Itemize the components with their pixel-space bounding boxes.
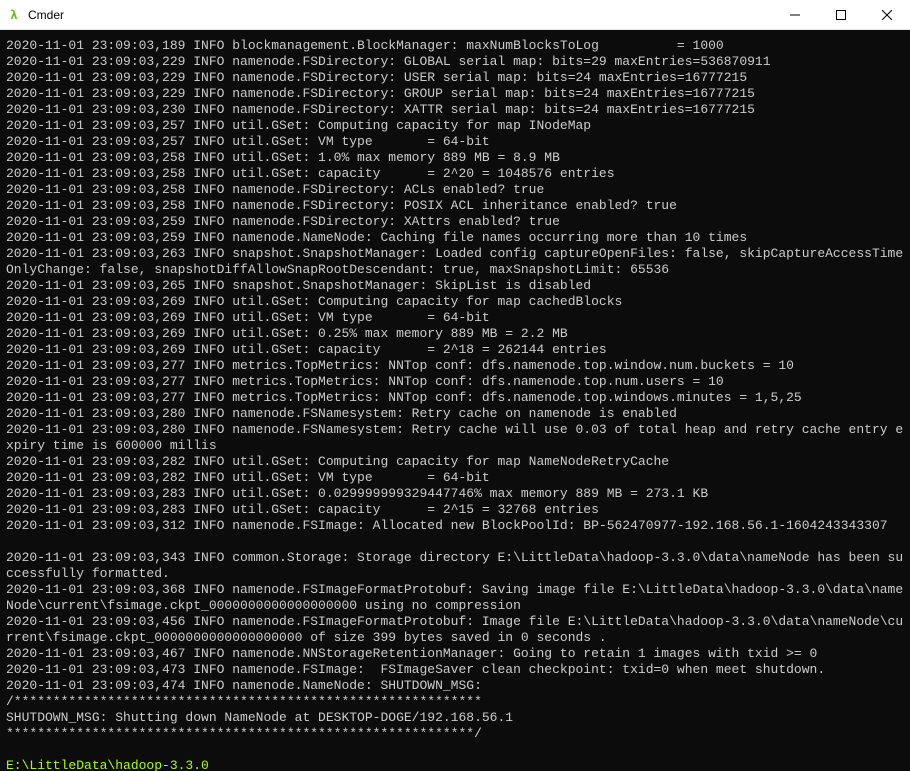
log-line: 2020-11-01 23:09:03,343 INFO common.Stor… bbox=[6, 550, 904, 582]
log-line: 2020-11-01 23:09:03,257 INFO util.GSet: … bbox=[6, 134, 904, 150]
title-bar: λ Cmder bbox=[0, 0, 910, 30]
log-line: 2020-11-01 23:09:03,189 INFO blockmanage… bbox=[6, 38, 904, 54]
log-line: 2020-11-01 23:09:03,269 INFO util.GSet: … bbox=[6, 294, 904, 310]
log-line: 2020-11-01 23:09:03,258 INFO util.GSet: … bbox=[6, 166, 904, 182]
log-line: 2020-11-01 23:09:03,280 INFO namenode.FS… bbox=[6, 406, 904, 422]
log-line: 2020-11-01 23:09:03,277 INFO metrics.Top… bbox=[6, 358, 904, 374]
log-output-2: 2020-11-01 23:09:03,343 INFO common.Stor… bbox=[6, 550, 904, 742]
maximize-button[interactable] bbox=[818, 0, 864, 30]
log-line: 2020-11-01 23:09:03,474 INFO namenode.Na… bbox=[6, 678, 904, 694]
lambda-icon: λ bbox=[6, 7, 22, 23]
log-line: 2020-11-01 23:09:03,229 INFO namenode.FS… bbox=[6, 54, 904, 70]
log-line: 2020-11-01 23:09:03,312 INFO namenode.FS… bbox=[6, 518, 904, 534]
log-line: 2020-11-01 23:09:03,368 INFO namenode.FS… bbox=[6, 582, 904, 614]
log-line: SHUTDOWN_MSG: Shutting down NameNode at … bbox=[6, 710, 904, 726]
log-line: 2020-11-01 23:09:03,229 INFO namenode.FS… bbox=[6, 86, 904, 102]
log-line: 2020-11-01 23:09:03,282 INFO util.GSet: … bbox=[6, 470, 904, 486]
window-controls bbox=[772, 0, 910, 30]
log-line: 2020-11-01 23:09:03,269 INFO util.GSet: … bbox=[6, 326, 904, 342]
terminal-area[interactable]: 2020-11-01 23:09:03,189 INFO blockmanage… bbox=[0, 30, 910, 771]
title-left: λ Cmder bbox=[6, 7, 64, 23]
log-line: /***************************************… bbox=[6, 694, 904, 710]
log-line: 2020-11-01 23:09:03,282 INFO util.GSet: … bbox=[6, 454, 904, 470]
prompt-line[interactable]: E:\LittleData\hadoop-3.3.0 bbox=[6, 758, 904, 771]
log-line: 2020-11-01 23:09:03,258 INFO namenode.FS… bbox=[6, 198, 904, 214]
close-button[interactable] bbox=[864, 0, 910, 30]
log-line: 2020-11-01 23:09:03,283 INFO util.GSet: … bbox=[6, 502, 904, 518]
log-line: 2020-11-01 23:09:03,277 INFO metrics.Top… bbox=[6, 374, 904, 390]
log-line: 2020-11-01 23:09:03,277 INFO metrics.Top… bbox=[6, 390, 904, 406]
log-line: 2020-11-01 23:09:03,230 INFO namenode.FS… bbox=[6, 102, 904, 118]
log-line: 2020-11-01 23:09:03,473 INFO namenode.FS… bbox=[6, 662, 904, 678]
log-line: 2020-11-01 23:09:03,258 INFO namenode.FS… bbox=[6, 182, 904, 198]
log-line: 2020-11-01 23:09:03,265 INFO snapshot.Sn… bbox=[6, 278, 904, 294]
log-line: 2020-11-01 23:09:03,283 INFO util.GSet: … bbox=[6, 486, 904, 502]
log-line: 2020-11-01 23:09:03,229 INFO namenode.FS… bbox=[6, 70, 904, 86]
minimize-button[interactable] bbox=[772, 0, 818, 30]
log-line: 2020-11-01 23:09:03,456 INFO namenode.FS… bbox=[6, 614, 904, 646]
log-line: 2020-11-01 23:09:03,280 INFO namenode.FS… bbox=[6, 422, 904, 454]
log-line: 2020-11-01 23:09:03,269 INFO util.GSet: … bbox=[6, 310, 904, 326]
log-line: 2020-11-01 23:09:03,258 INFO util.GSet: … bbox=[6, 150, 904, 166]
log-line: 2020-11-01 23:09:03,257 INFO util.GSet: … bbox=[6, 118, 904, 134]
log-line: ****************************************… bbox=[6, 726, 904, 742]
log-line: 2020-11-01 23:09:03,269 INFO util.GSet: … bbox=[6, 342, 904, 358]
log-line: 2020-11-01 23:09:03,467 INFO namenode.NN… bbox=[6, 646, 904, 662]
log-line: 2020-11-01 23:09:03,259 INFO namenode.Na… bbox=[6, 230, 904, 246]
app-title: Cmder bbox=[28, 8, 64, 22]
log-line: 2020-11-01 23:09:03,259 INFO namenode.FS… bbox=[6, 214, 904, 230]
log-line: 2020-11-01 23:09:03,263 INFO snapshot.Sn… bbox=[6, 246, 904, 278]
log-output-1: 2020-11-01 23:09:03,189 INFO blockmanage… bbox=[6, 38, 904, 534]
